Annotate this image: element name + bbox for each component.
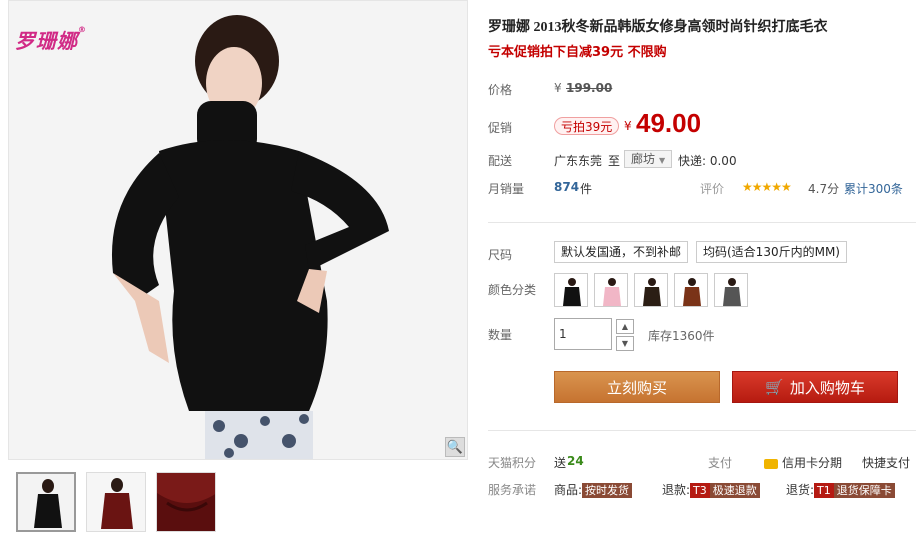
promise-goods-badge: 按时发货	[582, 483, 633, 498]
promise-refund: 退款: T3 极速退款	[662, 481, 760, 498]
destination-select[interactable]: 廊坊 ▼	[624, 150, 673, 168]
add-to-cart-button[interactable]: 🛒 加入购物车	[732, 371, 898, 403]
product-subtitle: 亏本促销拍下自减39元 不限购	[488, 45, 667, 60]
promise-goods-prefix: 商品:	[554, 483, 583, 497]
product-title: 罗珊娜 2013秋冬新品韩版女修身高领时尚针织打底毛衣	[488, 20, 828, 35]
rating-stars: ★★★★★	[742, 180, 792, 194]
promise-return-badge: 退货保障卡	[833, 483, 895, 498]
service-promise-label: 服务承诺	[488, 483, 537, 497]
buy-now-button[interactable]: 立刻购买	[554, 371, 720, 403]
fast-pay: 快捷支付	[862, 456, 911, 470]
brand-logo: 罗珊娜®	[15, 25, 87, 53]
product-gallery: 罗珊娜® 🔍	[8, 0, 468, 542]
quantity-increase-button[interactable]: ▲	[616, 319, 634, 334]
stock-count: 库存1360件	[648, 329, 715, 343]
thumbnail-2[interactable]	[86, 472, 146, 532]
divider	[488, 430, 916, 431]
quantity-label: 数量	[488, 328, 513, 342]
color-swatch-black[interactable]	[554, 273, 588, 307]
credit-card-icon	[764, 458, 778, 469]
points-label: 天猫积分	[488, 456, 537, 470]
shipping-from: 广东东莞	[554, 154, 603, 168]
original-price: 199.00	[566, 81, 613, 95]
chevron-down-icon: ▼	[659, 156, 666, 165]
size-option-freesize[interactable]: 均码(适合130斤内的MM)	[696, 241, 847, 263]
color-swatch-pink[interactable]	[594, 273, 628, 307]
promo-label: 促销	[488, 121, 513, 135]
promise-refund-prefix: 退款:	[662, 483, 691, 497]
promo-price-currency: ¥	[624, 119, 632, 133]
rating-label: 评价	[700, 182, 725, 196]
color-swatch-grey[interactable]	[714, 273, 748, 307]
promise-refund-badge: 极速退款	[709, 483, 760, 498]
promise-refund-code: T3	[690, 483, 710, 498]
shipping-to-word: 至	[608, 154, 621, 168]
color-swatch-rust[interactable]	[674, 273, 708, 307]
cart-icon: 🛒	[765, 378, 784, 396]
rating-score: 4.7分	[808, 182, 840, 196]
model-photo-illustration	[9, 1, 467, 459]
monthly-sales-label: 月销量	[488, 182, 525, 196]
review-count-link[interactable]: 累计300条	[844, 180, 903, 197]
add-to-cart-label: 加入购物车	[789, 378, 865, 397]
color-swatch-dark-brown[interactable]	[634, 273, 668, 307]
credit-installment-label: 信用卡分期	[782, 456, 843, 470]
points-value: 24	[567, 454, 584, 468]
promise-return-code: T1	[814, 483, 834, 498]
original-price-currency: ¥	[554, 81, 562, 95]
destination-value: 廊坊	[631, 152, 656, 166]
divider	[488, 222, 916, 223]
monthly-sales-unit: 件	[580, 182, 593, 196]
quantity-input[interactable]: 1	[554, 318, 612, 350]
points-prefix: 送	[554, 456, 567, 470]
shipping-fee: 快递: 0.00	[678, 154, 737, 168]
zoom-icon[interactable]: 🔍	[445, 437, 465, 457]
promise-return: 退货: T1 退货保障卡	[786, 481, 895, 498]
promise-return-prefix: 退货:	[786, 483, 815, 497]
thumbnail-strip	[8, 472, 468, 534]
promise-goods: 商品: 按时发货	[554, 481, 633, 498]
monthly-sales-count: 874	[554, 180, 580, 194]
shipping-label: 配送	[488, 154, 513, 168]
price-label: 价格	[488, 83, 513, 97]
thumbnail-3[interactable]	[156, 472, 216, 532]
quantity-decrease-button[interactable]: ▼	[616, 336, 634, 351]
promo-tag: 亏拍39元	[554, 117, 620, 135]
thumbnail-1[interactable]	[16, 472, 76, 532]
size-label: 尺码	[488, 248, 513, 262]
promo-price: 49.00	[636, 108, 702, 138]
pay-label: 支付	[708, 456, 733, 470]
main-product-photo[interactable]: 罗珊娜® 🔍	[8, 0, 468, 460]
size-option-default[interactable]: 默认发国通，不到补邮	[554, 241, 689, 263]
credit-installment[interactable]: 信用卡分期	[764, 454, 842, 471]
color-label: 颜色分类	[488, 283, 537, 297]
